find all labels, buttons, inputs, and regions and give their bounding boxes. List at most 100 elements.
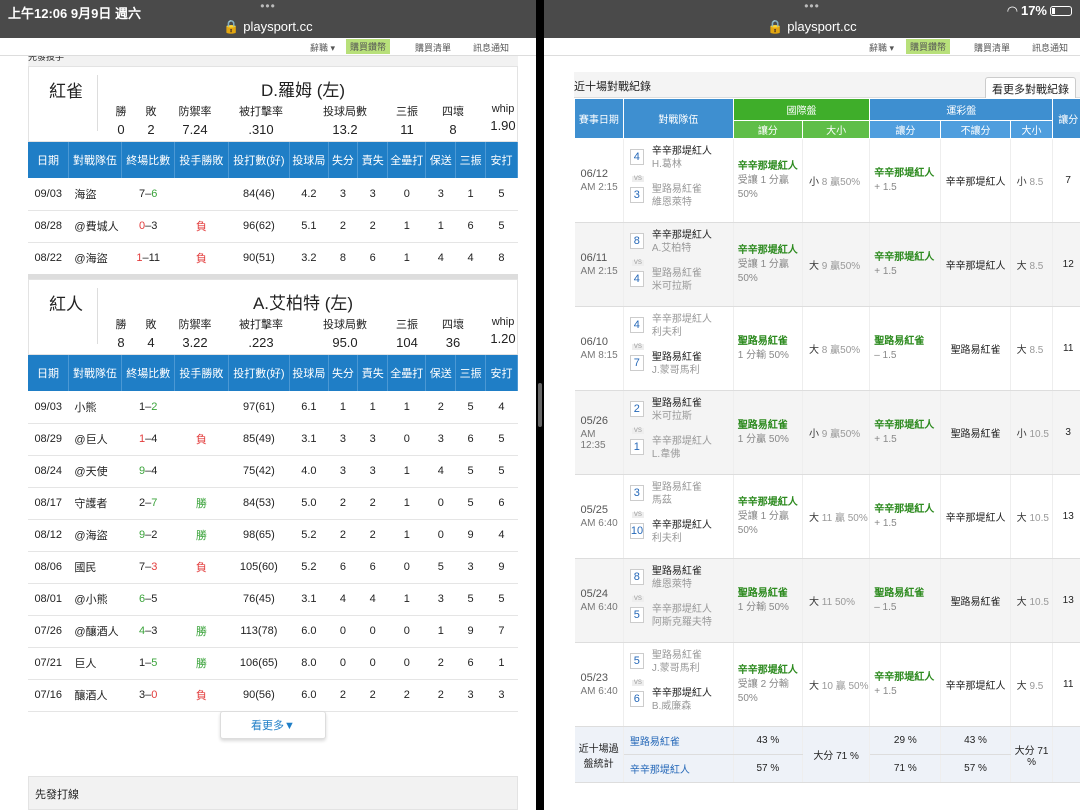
stat-cell: 5 [485, 455, 518, 488]
purchase-list-link[interactable]: 購買清單 [974, 41, 1010, 54]
column-header: 安打 [485, 355, 519, 391]
pitcher-name: 米可拉斯 [651, 410, 692, 422]
stat-cell: 6 [357, 551, 388, 584]
spread-value: 3 [1052, 390, 1080, 475]
team-name: 辛辛那堤紅人 [651, 519, 712, 531]
menu-resign[interactable]: 辭職 ▾ [869, 41, 894, 54]
pitcher-card: 紅人 A.艾柏特 (左) 勝 8 敗 4 防禦率 3.22 被打擊率 .223 投球局數 95.0 三振… [28, 279, 518, 355]
stat-cell: 98(65) [228, 519, 290, 552]
date-text: 06/10 [580, 336, 609, 348]
game-date: 08/06 [28, 551, 69, 584]
buy-coins-button[interactable]: 購買鑽幣 [346, 39, 391, 54]
summary-value: 43 % [733, 726, 804, 755]
intl-spread: 聖路易紅雀 1 分輸 50% [733, 558, 804, 643]
stat-cell: 9 [455, 615, 486, 648]
stat-cell: 6 [485, 487, 518, 520]
stat-cell: 3 [455, 679, 486, 712]
pitcher-log-table: 日期 對戰隊伍 終場比數 投手勝敗 投打數(好) 投球局 失分 責失 全壘打 保送 三振 安打 09/0… [28, 142, 519, 275]
stat-cell: 5 [485, 210, 518, 243]
ou-result: 贏50% [830, 177, 861, 188]
pick-team: 聖路易紅雀 [737, 335, 788, 347]
url-bar[interactable]: 🔒 playsport.cc [0, 19, 536, 35]
stat-label: 勝 [115, 106, 127, 118]
time-text: AM 6:40 [580, 518, 618, 529]
notifications-link[interactable]: 訊息通知 [473, 41, 509, 54]
date-text: 05/23 [580, 672, 609, 684]
stat-item: 防禦率 7.24 [175, 103, 215, 137]
spread-line: – 1.5 [874, 601, 897, 613]
ou-result: 贏 50% [834, 513, 868, 524]
final-score: 1–4 [121, 423, 175, 456]
ou-line: 8.5 [1029, 345, 1044, 356]
team-name: 辛辛那堤紅人 [651, 229, 712, 241]
column-header: 責失 [357, 355, 389, 391]
spread-line: – 1.5 [874, 349, 897, 361]
stat-cell: 0 [387, 647, 426, 680]
pitcher-name: 利夫利 [651, 326, 682, 338]
stat-cell: 2 [357, 210, 388, 243]
multitask-dots[interactable]: ••• [544, 0, 1080, 13]
lottery-total: 大 10.5 [1010, 558, 1054, 643]
stat-cell: 2 [387, 679, 426, 712]
ou-line: 10.5 [1029, 513, 1049, 524]
summary-team: 辛辛那堤紅人 [623, 754, 734, 783]
table-row: 09/03 海盜 7–6 84(46) 4.2 3 3 0 3 1 5 [28, 178, 518, 211]
stat-cell: 0 [387, 423, 426, 456]
score-b: –4 [145, 433, 158, 445]
stat-item: 敗2 [131, 103, 171, 137]
score-box: 5 [629, 606, 644, 623]
stat-cell: 0 [328, 647, 358, 680]
decision: 負 [174, 551, 229, 584]
score-b: –4 [145, 465, 158, 477]
summary-team: 聖路易紅雀 [623, 726, 734, 755]
notifications-link[interactable]: 訊息通知 [1032, 41, 1068, 54]
summary-label: 近十場過盤統計 [574, 726, 624, 783]
stat-item: 投球局數 13.2 [315, 103, 375, 137]
buy-coins-button[interactable]: 購買鑽幣 [906, 39, 951, 54]
final-score: 9–2 [121, 519, 175, 552]
decision: 勝 [174, 647, 229, 680]
site-toolbar: 辭職 ▾ 購買鑽幣 購買清單 訊息通知 [544, 38, 1080, 56]
stat-item: 四壞 8 [433, 103, 473, 137]
lottery-total: 小 8.5 [1010, 138, 1054, 223]
battery-indicator: ◠ 17% [1007, 3, 1072, 19]
date-text: 06/12 [580, 168, 609, 180]
stat-cell: 5 [485, 178, 518, 211]
stat-value: 3.22 [182, 335, 208, 350]
pitcher-name: 利夫利 [651, 532, 682, 544]
intl-total: 小 8 贏50% [802, 138, 871, 223]
stat-value: 1.90 [490, 118, 516, 133]
final-score: 0–3 [121, 210, 175, 243]
stat-cell: 8 [328, 242, 358, 275]
summary-row: 近十場過盤統計 聖路易紅雀 43 % 大分 71 % 29 % 43 % 大分 71 % [574, 726, 1080, 783]
url-bar[interactable]: 🔒 playsport.cc [544, 19, 1080, 35]
score-box: 6 [629, 690, 644, 707]
purchase-list-link[interactable]: 購買清單 [415, 41, 451, 54]
pick-team: 辛辛那堤紅人 [874, 167, 935, 179]
show-more-button[interactable]: 看更多▼ [220, 711, 326, 739]
pitcher-name: J.蒙哥馬利 [651, 364, 700, 376]
column-header: 全壘打 [387, 142, 427, 178]
no-spread-winner: 聖路易紅雀 [940, 306, 1011, 391]
ou-side: 大 [809, 681, 820, 692]
time-text: AM 2:15 [580, 266, 618, 277]
score-box: 7 [629, 354, 644, 371]
stat-item: 被打擊率 .223 [231, 316, 291, 350]
column-header: 保送 [425, 355, 457, 391]
stat-cell: 5.2 [289, 551, 329, 584]
multitask-dots[interactable]: ••• [0, 0, 536, 13]
battery-icon [1050, 6, 1072, 16]
opponent: @釀酒人 [68, 615, 122, 648]
ou-side: 小 [809, 429, 820, 440]
time-text: AM 8:15 [580, 350, 618, 361]
table-row: 08/01 @小熊 6–5 76(45) 3.1 4 4 1 3 5 5 [28, 583, 518, 616]
summary-value: 大分 71 % [1010, 726, 1054, 783]
stat-item: whip 1.90 [483, 103, 523, 133]
stat-cell: 106(65) [228, 647, 290, 680]
split-handle[interactable] [538, 383, 542, 427]
menu-resign[interactable]: 辭職 ▾ [310, 41, 335, 54]
matchup: 8 VS 4 辛辛那堤紅人 A.艾柏特 聖路易紅雀 米可拉斯 [623, 222, 734, 307]
stat-cell: 85(49) [228, 423, 290, 456]
stat-label: 防禦率 [178, 106, 212, 118]
wifi-icon: ◠ [1007, 3, 1018, 18]
